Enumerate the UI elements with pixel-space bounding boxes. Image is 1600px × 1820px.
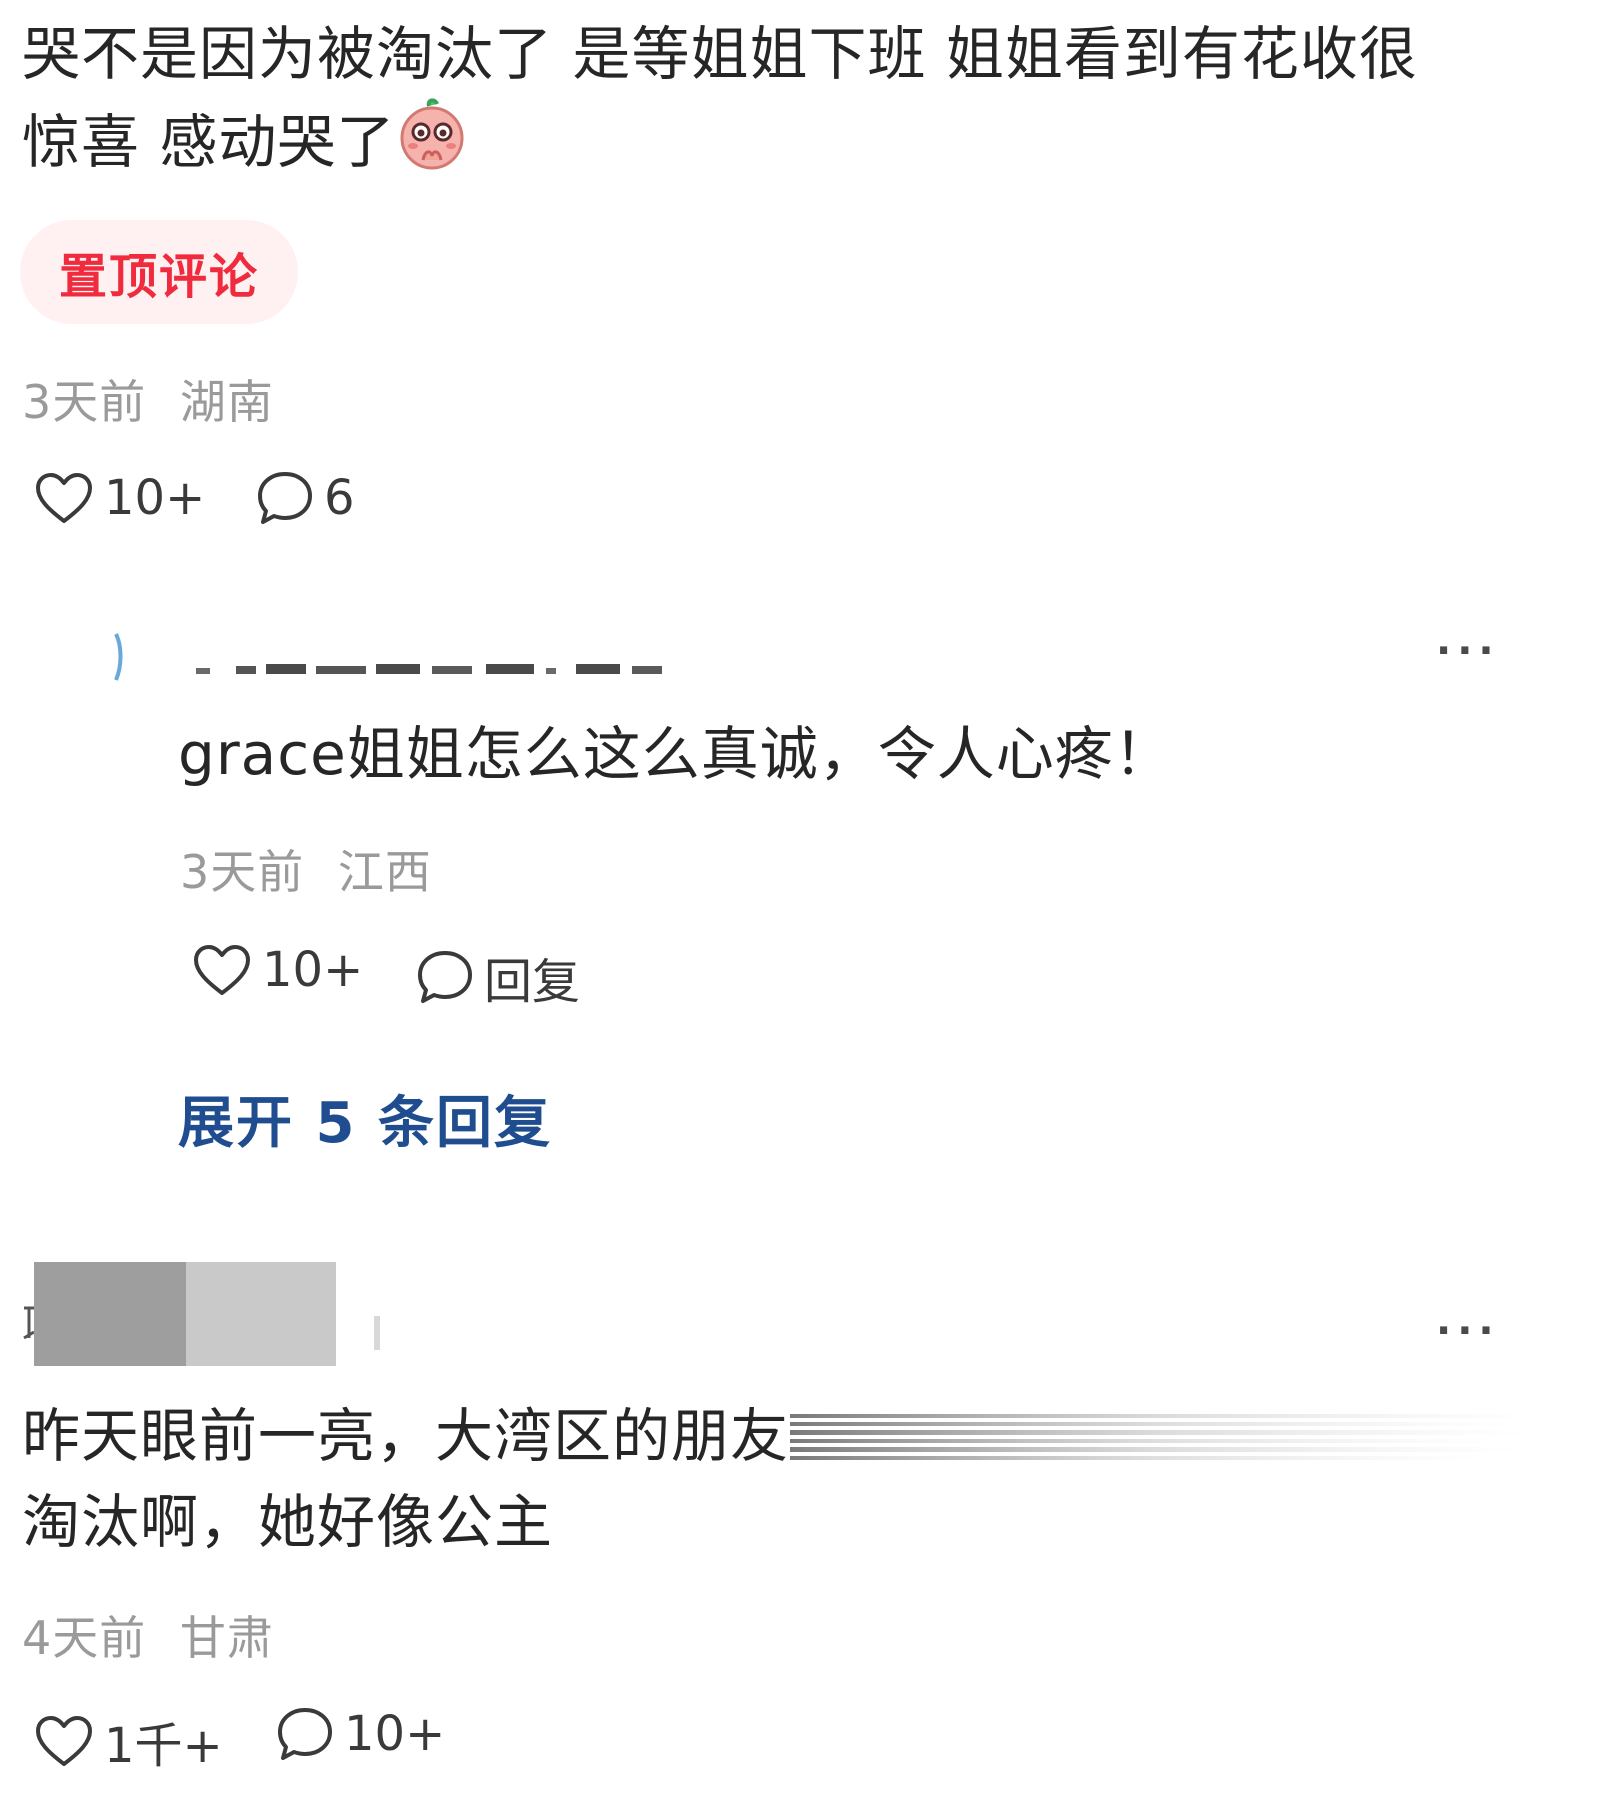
expand-replies-link[interactable]: 展开 5 条回复 [178,1078,552,1159]
pinned-comment-label: 置顶评论 [58,249,259,305]
pinned-comment-badge: 置顶评论 [20,220,298,324]
comment2-avatar-redacted[interactable] [34,1262,186,1366]
comment2-text-blur [790,1410,1540,1466]
comment2-like-button[interactable]: 1千+ [34,1706,223,1776]
reply1-location: 江西 [337,845,432,899]
comment2-location: 甘肃 [179,1611,274,1665]
heart-icon [36,473,92,523]
heart-icon [194,945,250,995]
reply1-text: grace姐姐怎么这么真诚，令人心疼！ [178,720,1173,788]
reply1-username-blurred [196,660,666,676]
comment1-reply-button[interactable]: 6 [256,470,355,526]
comment2-username-redacted [186,1262,336,1366]
comment2-reply-button[interactable]: 10+ [276,1706,445,1762]
heart-icon [36,1716,92,1766]
comment1-like-count: 10+ [104,470,206,526]
crying-peach-emoji-icon [399,98,465,170]
comment2-like-count: 1千+ [104,1718,223,1774]
comment-bubble-icon [418,951,472,1003]
reply1-reply-button[interactable]: 回复 [416,942,580,1012]
comment1-like-button[interactable]: 10+ [34,470,205,526]
comment1-time: 3天前 [22,375,147,429]
comment1-text-line1: 哭不是因为被淘汰了 是等姐姐下班 姐姐看到有花收很 [22,20,1418,88]
reply1-reply-label: 回复 [484,954,581,1010]
reply1-time: 3天前 [180,845,305,899]
reply1-more-button[interactable]: ··· [1436,628,1500,674]
comment2-name-fragment [374,1316,380,1350]
comment2-more-button[interactable]: ··· [1436,1308,1500,1354]
reply1-like-button[interactable]: 10+ [192,942,363,998]
reply1-like-count: 10+ [262,942,364,998]
comment2-meta: 4天前 甘肃 [22,1602,274,1668]
comment-bubble-icon [258,472,312,524]
comment2-reply-count: 10+ [344,1706,446,1762]
comment1-reply-count: 6 [324,470,355,526]
comment2-time: 4天前 [22,1611,147,1665]
comment2-text-line1: 昨天眼前一亮，大湾区的朋友 [22,1402,790,1470]
reply1-meta: 3天前 江西 [180,836,432,902]
reply1-avatar[interactable] [112,632,124,682]
comment2-text-line2: 淘汰啊，她好像公主 [22,1488,554,1556]
comment1-text-line2: 惊喜 感动哭了 [22,98,465,186]
comment1-location: 湖南 [179,375,274,429]
comment1-meta: 3天前 湖南 [22,366,274,432]
comment1-text-line2-text: 惊喜 感动哭了 [22,108,396,176]
comment-bubble-icon [278,1708,332,1760]
